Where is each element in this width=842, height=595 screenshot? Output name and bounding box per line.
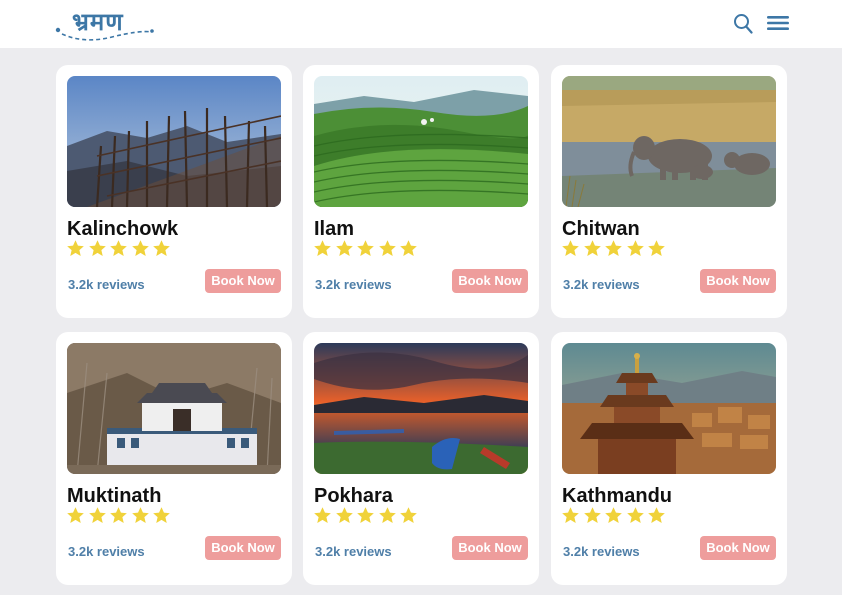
reviews-count[interactable]: 3.2k reviews bbox=[315, 544, 392, 559]
search-button[interactable] bbox=[733, 13, 753, 35]
star-icon bbox=[88, 240, 106, 257]
tea-garden-image bbox=[314, 76, 528, 207]
destination-photo bbox=[314, 343, 528, 474]
hamburger-menu-icon bbox=[767, 16, 789, 30]
destination-card-chitwan[interactable]: Chitwan 3.2k reviews Book Now bbox=[551, 65, 787, 318]
header-bar: भ्रमण bbox=[0, 0, 842, 48]
star-icon bbox=[648, 240, 665, 257]
book-now-button[interactable]: Book Now bbox=[452, 269, 528, 293]
reviews-count[interactable]: 3.2k reviews bbox=[68, 277, 145, 292]
elephants-river-image bbox=[562, 76, 776, 207]
star-rating bbox=[66, 239, 174, 261]
book-now-button[interactable]: Book Now bbox=[205, 269, 281, 293]
star-rating bbox=[66, 506, 174, 528]
destination-photo bbox=[67, 76, 281, 207]
star-icon bbox=[626, 507, 644, 524]
star-rating bbox=[313, 239, 421, 261]
star-rating bbox=[313, 506, 421, 528]
page: भ्रमण Kalinchowk 3.2k reviews Book Now I… bbox=[0, 0, 842, 595]
destination-name: Chitwan bbox=[562, 218, 640, 240]
star-icon bbox=[67, 507, 84, 524]
star-icon bbox=[626, 240, 644, 257]
destination-card-muktinath[interactable]: Muktinath 3.2k reviews Book Now bbox=[56, 332, 292, 585]
star-icon bbox=[153, 507, 170, 524]
star-icon bbox=[562, 240, 579, 257]
book-now-button[interactable]: Book Now bbox=[700, 269, 776, 293]
destination-name: Pokhara bbox=[314, 485, 393, 507]
star-icon bbox=[110, 240, 127, 257]
star-icon bbox=[400, 507, 417, 524]
star-icon bbox=[314, 240, 331, 257]
destination-name: Kalinchowk bbox=[67, 218, 179, 240]
menu-button[interactable] bbox=[766, 14, 790, 32]
star-rating bbox=[561, 239, 669, 261]
destination-card-kathmandu[interactable]: Kathmandu 3.2k reviews Book Now bbox=[551, 332, 787, 585]
destination-name: Ilam bbox=[314, 218, 355, 240]
star-icon bbox=[357, 240, 374, 257]
destination-card-pokhara[interactable]: Pokhara 3.2k reviews Book Now bbox=[303, 332, 539, 585]
star-icon bbox=[583, 240, 601, 257]
star-rating bbox=[561, 506, 669, 528]
star-icon bbox=[357, 507, 374, 524]
destination-name: Muktinath bbox=[67, 485, 162, 507]
book-now-button[interactable]: Book Now bbox=[205, 536, 281, 560]
star-icon bbox=[88, 507, 106, 524]
star-icon bbox=[648, 507, 665, 524]
destination-photo bbox=[314, 76, 528, 207]
destination-name: Kathmandu bbox=[562, 485, 672, 507]
logo-text: भ्रमण bbox=[72, 7, 124, 36]
star-icon bbox=[335, 240, 353, 257]
star-icon bbox=[583, 507, 601, 524]
star-icon bbox=[314, 507, 331, 524]
star-icon bbox=[605, 240, 622, 257]
temple-image bbox=[67, 343, 281, 474]
star-icon bbox=[605, 507, 622, 524]
destination-card-ilam[interactable]: Ilam 3.2k reviews Book Now bbox=[303, 65, 539, 318]
star-icon bbox=[378, 507, 396, 524]
star-icon bbox=[400, 240, 417, 257]
star-icon bbox=[378, 240, 396, 257]
star-icon bbox=[67, 240, 84, 257]
lake-sunset-image bbox=[314, 343, 528, 474]
mountain-fence-image bbox=[67, 76, 281, 207]
star-icon bbox=[131, 240, 149, 257]
star-icon bbox=[335, 507, 353, 524]
book-now-button[interactable]: Book Now bbox=[452, 536, 528, 560]
brand-logo[interactable]: भ्रमण bbox=[54, 4, 158, 42]
destination-photo bbox=[562, 343, 776, 474]
star-icon bbox=[153, 240, 170, 257]
destination-photo bbox=[562, 76, 776, 207]
star-icon bbox=[562, 507, 579, 524]
reviews-count[interactable]: 3.2k reviews bbox=[563, 544, 640, 559]
reviews-count[interactable]: 3.2k reviews bbox=[315, 277, 392, 292]
destination-card-kalinchowk[interactable]: Kalinchowk 3.2k reviews Book Now bbox=[56, 65, 292, 318]
reviews-count[interactable]: 3.2k reviews bbox=[563, 277, 640, 292]
pagoda-temple-image bbox=[562, 343, 776, 474]
star-icon bbox=[110, 507, 127, 524]
star-icon bbox=[131, 507, 149, 524]
reviews-count[interactable]: 3.2k reviews bbox=[68, 544, 145, 559]
search-icon bbox=[734, 14, 753, 34]
book-now-button[interactable]: Book Now bbox=[700, 536, 776, 560]
destination-photo bbox=[67, 343, 281, 474]
